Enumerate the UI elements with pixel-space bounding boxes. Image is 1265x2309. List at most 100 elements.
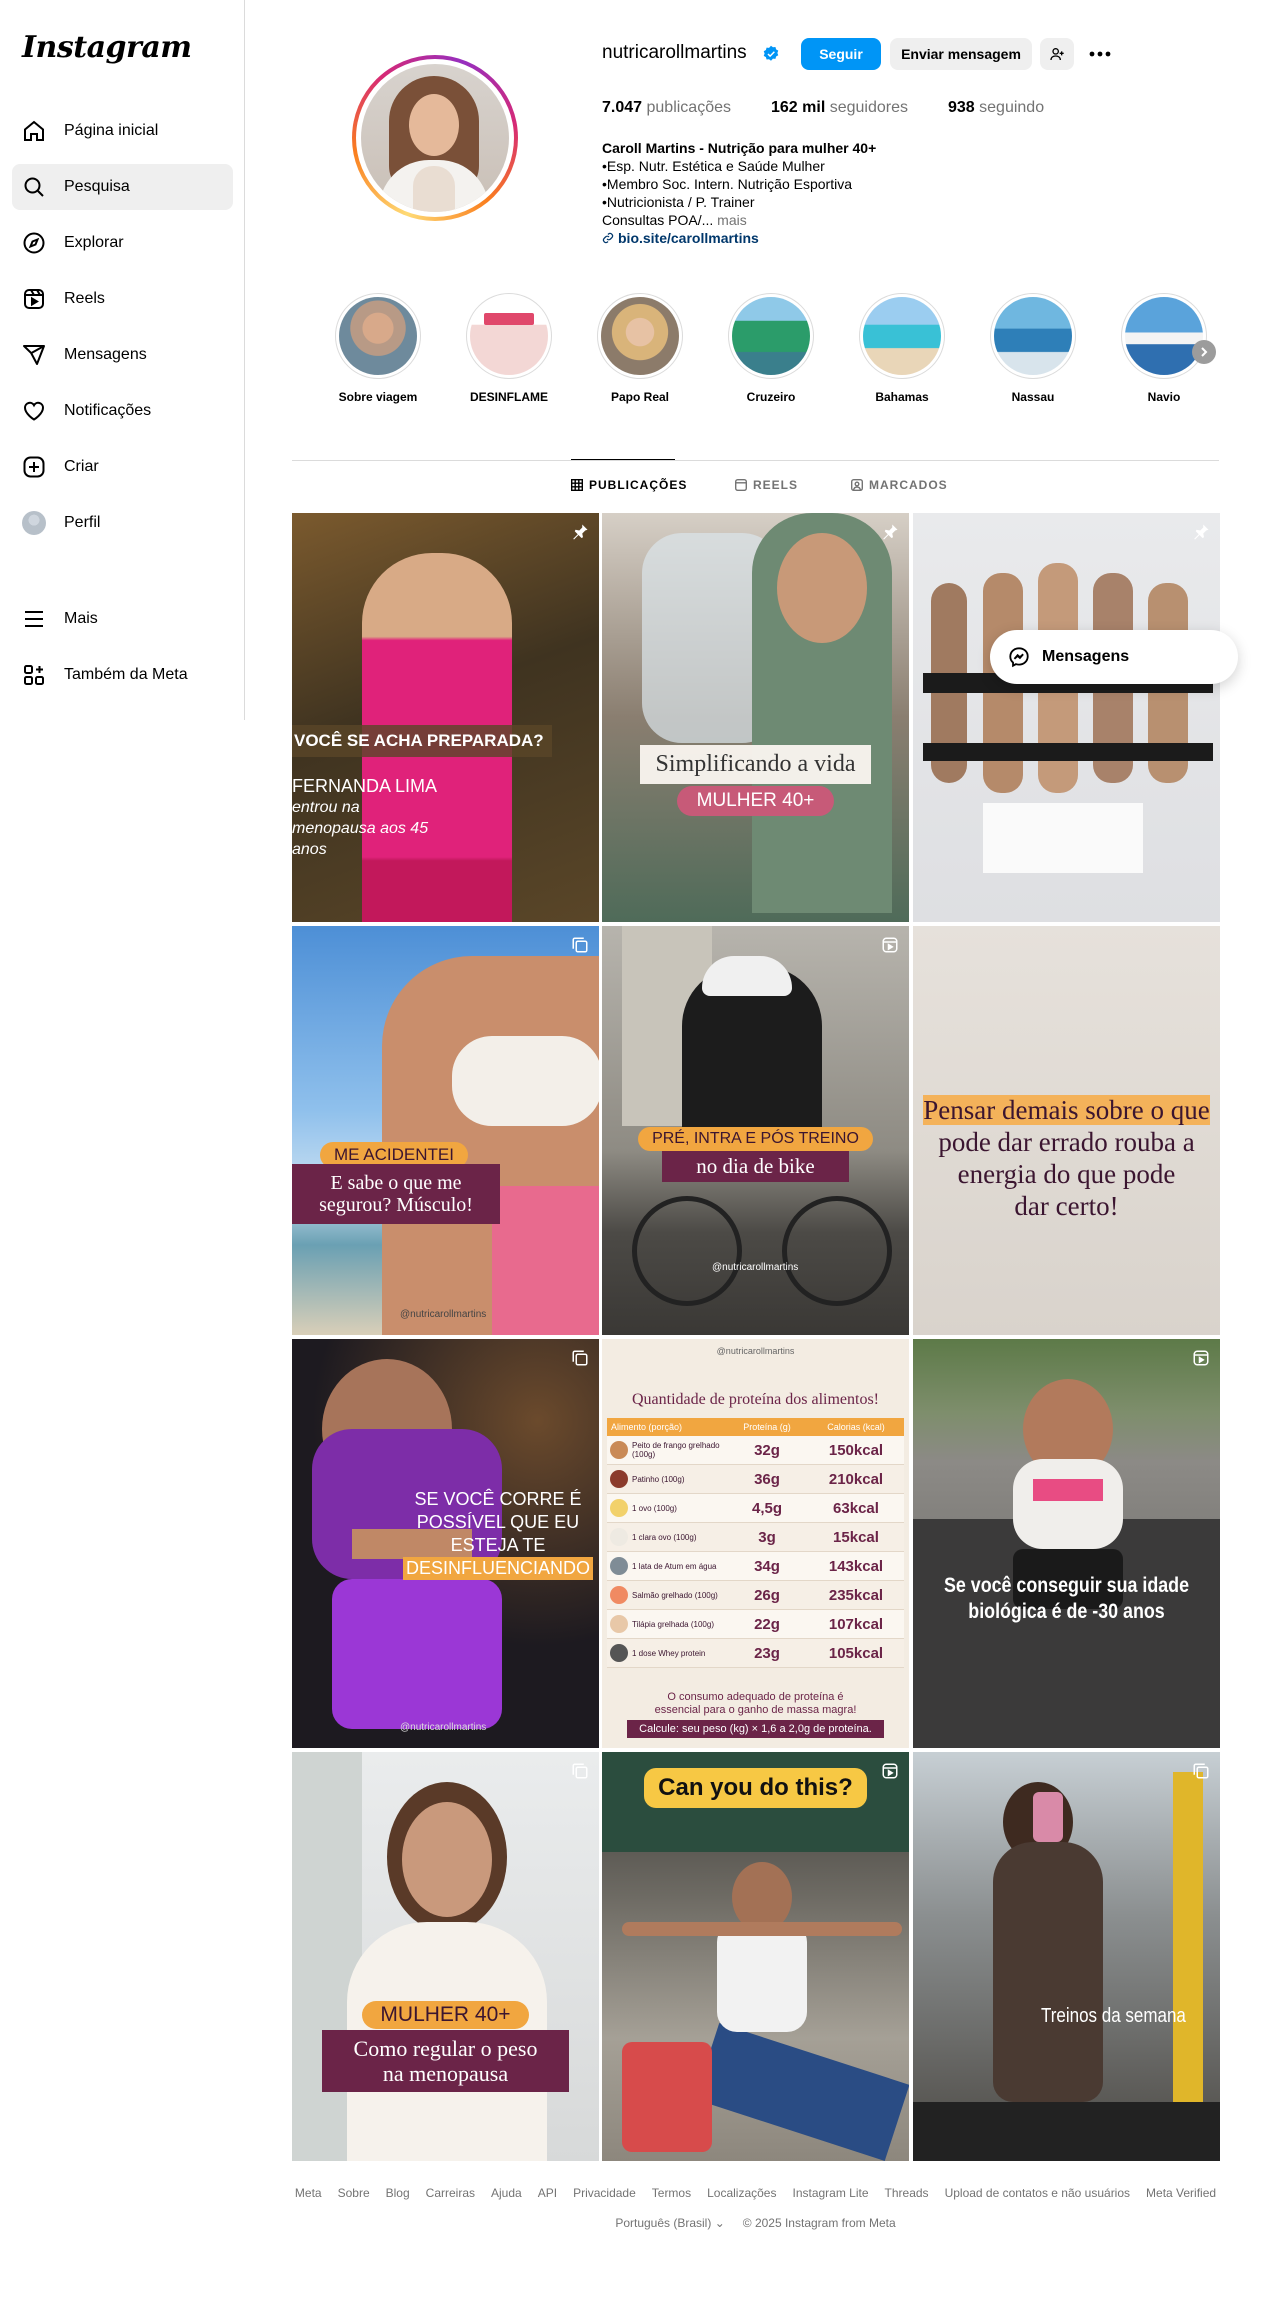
sidebar-item-messages[interactable]: Mensagens [12, 332, 233, 378]
footer-link[interactable]: Meta [295, 2186, 322, 2200]
post-tile[interactable]: ME ACIDENTEI E sabe o que me segurou? Mú… [292, 926, 599, 1335]
protein-table-row: 1 clara ovo (100g) 3g 15kcal [607, 1523, 904, 1552]
highlight-label: Papo Real [610, 390, 670, 404]
post-caption-line: E sabe o que me [330, 1172, 462, 1194]
post-caption-title: Simplificando a vida [639, 745, 872, 784]
followers-count[interactable]: 162 mil seguidores [771, 99, 908, 117]
table-cell: 36g [754, 1470, 780, 1488]
post-tile[interactable]: Treinos da semana [913, 1752, 1220, 2161]
ellipsis-icon [1089, 51, 1111, 57]
profile-username: nutricarollmartins [602, 42, 747, 63]
sidebar-item-home[interactable]: Página inicial [12, 108, 233, 154]
table-cell: 1 dose Whey protein [632, 1648, 706, 1658]
highlight-item[interactable]: Nassau [983, 293, 1083, 404]
sidebar-item-notifications[interactable]: Notificações [12, 388, 233, 434]
verified-badge-icon [763, 45, 779, 61]
table-cell: 1 clara ovo (100g) [632, 1532, 697, 1542]
tab-reels[interactable]: REELS [735, 478, 798, 492]
messages-floating-button[interactable]: Mensagens [990, 630, 1238, 684]
sidebar-item-label: Perfil [64, 514, 101, 531]
footer-link[interactable]: Termos [652, 2186, 691, 2200]
table-cell: Salmão grelhado (100g) [632, 1590, 718, 1600]
post-caption-line: menopausa aos 45 [292, 820, 429, 837]
sidebar-item-create[interactable]: Criar [12, 444, 233, 490]
tab-tagged[interactable]: MARCADOS [851, 478, 948, 492]
meta-apps-icon [24, 665, 44, 685]
post-tile[interactable]: Se você conseguir sua idade biológica é … [913, 1339, 1220, 1748]
food-icon [610, 1528, 628, 1546]
table-cell: 107kcal [828, 1615, 884, 1633]
footer: Meta Sobre Blog Carreiras Ajuda API Privacidad… [292, 2186, 1219, 2230]
suggest-user-button[interactable] [1040, 38, 1074, 70]
post-caption-line: no dia de bike [662, 1151, 849, 1182]
protein-table-row: 1 lata de Atum em água 34g 143kcal [607, 1552, 904, 1581]
profile-avatar[interactable] [352, 55, 518, 221]
sidebar-item-reels[interactable]: Reels [12, 276, 233, 322]
highlight-item[interactable]: Sobre viagem [328, 293, 428, 404]
bio-link[interactable]: bio.site/carollmartins [602, 229, 922, 247]
table-cell: 150kcal [828, 1441, 884, 1459]
follow-button[interactable]: Seguir [801, 38, 881, 70]
post-caption-line: na menopausa [382, 2061, 509, 2086]
sidebar-item-more[interactable]: Mais [12, 596, 233, 642]
footer-link[interactable]: Localizações [707, 2186, 776, 2200]
table-cell: 105kcal [828, 1644, 884, 1662]
table-cell: 32g [754, 1441, 780, 1459]
footer-link[interactable]: Upload de contatos e não usuários [945, 2186, 1130, 2200]
post-caption-line: POSSÍVEL QUE EU [416, 1512, 580, 1532]
post-tile[interactable]: Can you do this? [602, 1752, 909, 2161]
highlight-label: Cruzeiro [746, 390, 796, 404]
table-cell: 235kcal [828, 1586, 884, 1604]
language-selector[interactable]: Português (Brasil) ⌄ [615, 2216, 724, 2230]
messenger-icon [1009, 647, 1029, 668]
sidebar-item-search[interactable]: Pesquisa [12, 164, 233, 210]
highlight-label: Bahamas [875, 390, 929, 404]
post-tile[interactable]: @nutricarollmartins Quantidade de proteí… [602, 1339, 909, 1748]
footer-link[interactable]: Ajuda [491, 2186, 522, 2200]
carousel-icon [1193, 1763, 1209, 1779]
more-options-button[interactable] [1083, 38, 1117, 70]
highlight-item[interactable]: Bahamas [852, 293, 952, 404]
send-message-button[interactable]: Enviar mensagem [890, 38, 1032, 70]
post-caption-line: biológica é de -30 anos [968, 1600, 1165, 1623]
post-tile[interactable] [913, 513, 1220, 922]
footer-link[interactable]: Instagram Lite [792, 2186, 868, 2200]
sidebar-item-profile[interactable]: Perfil [12, 500, 233, 546]
sidebar-item-explore[interactable]: Explorar [12, 220, 233, 266]
highlight-item[interactable]: Cruzeiro [721, 293, 821, 404]
protein-table-row: 1 ovo (100g) 4,5g 63kcal [607, 1494, 904, 1523]
post-tile[interactable]: MULHER 40+ Como regular o peso na menopa… [292, 1752, 599, 2161]
sidebar-item-label: Explorar [64, 234, 124, 251]
highlights-next-button[interactable] [1192, 340, 1216, 364]
send-icon [23, 345, 45, 365]
footer-link[interactable]: Meta Verified [1146, 2186, 1216, 2200]
post-caption-line: SE VOCÊ CORRE É [414, 1489, 582, 1509]
post-tile[interactable]: Pensar demais sobre o que pode dar errad… [913, 926, 1220, 1335]
post-tile[interactable]: VOCÊ SE ACHA PREPARADA? FERNANDA LIMA en… [292, 513, 599, 922]
table-cell: 34g [754, 1557, 780, 1575]
following-count[interactable]: 938 seguindo [948, 99, 1044, 117]
post-tile[interactable]: SE VOCÊ CORRE É POSSÍVEL QUE EU ESTEJA T… [292, 1339, 599, 1748]
sidebar: Instagram Página inicial Pesquisa Explor… [0, 0, 245, 720]
bio-more-link[interactable]: mais [717, 212, 747, 228]
instagram-logo[interactable]: Instagram [22, 30, 192, 65]
sidebar-item-also-from-meta[interactable]: Também da Meta [12, 652, 233, 698]
copyright: © 2025 Instagram from Meta [742, 2216, 896, 2230]
footer-link[interactable]: API [538, 2186, 557, 2200]
footer-link[interactable]: Threads [885, 2186, 929, 2200]
table-cell: 143kcal [828, 1557, 884, 1575]
tab-posts[interactable]: PUBLICAÇÕES [571, 478, 687, 492]
footer-link[interactable]: Blog [386, 2186, 410, 2200]
chevron-down-icon: ⌄ [714, 2216, 725, 2230]
footer-link[interactable]: Privacidade [573, 2186, 636, 2200]
post-tile[interactable]: Simplificando a vida MULHER 40+ [602, 513, 909, 922]
bio-name: Caroll Martins - Nutrição para mulher 40… [602, 140, 877, 156]
footer-link[interactable]: Carreiras [426, 2186, 475, 2200]
post-tile[interactable]: PRÉ, INTRA E PÓS TREINO no dia de bike @… [602, 926, 909, 1335]
post-caption-title: VOCÊ SE ACHA PREPARADA? [294, 731, 544, 750]
highlight-item[interactable]: Papo Real [590, 293, 690, 404]
footer-link[interactable]: Sobre [338, 2186, 370, 2200]
post-watermark: @nutricarollmartins [400, 1722, 487, 1733]
bio-line: Consultas POA/... mais [602, 212, 747, 228]
highlight-item[interactable]: DESINFLAME [459, 293, 559, 404]
